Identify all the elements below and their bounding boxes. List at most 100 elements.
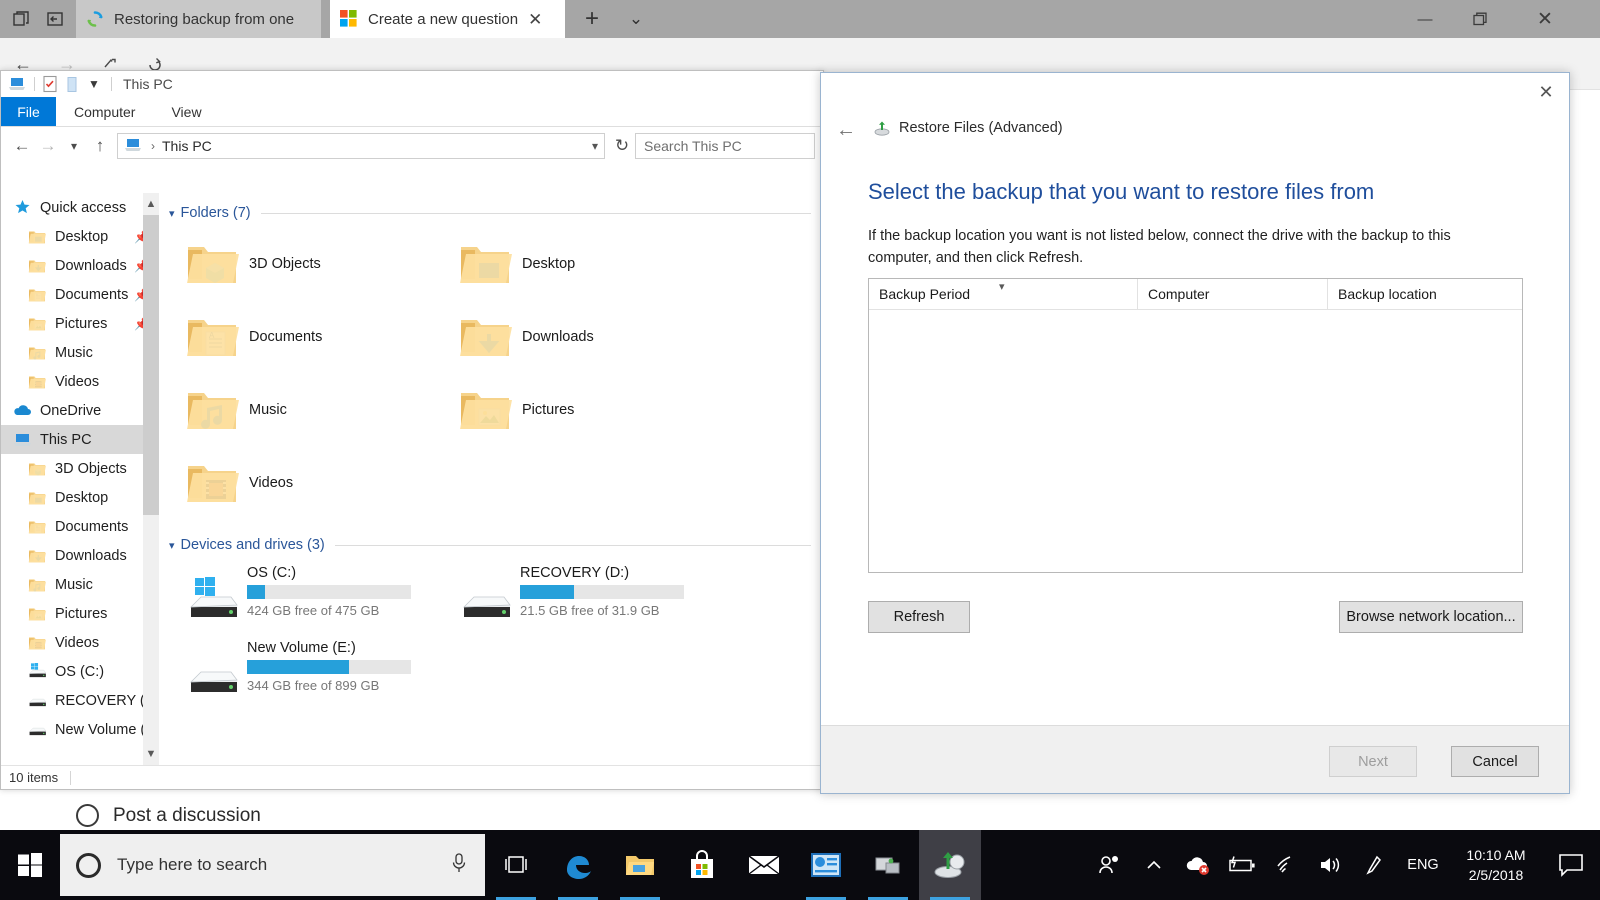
chevron-up-icon[interactable] bbox=[1132, 830, 1176, 900]
backup-settings-icon[interactable] bbox=[857, 830, 919, 900]
dialog-close-icon[interactable]: ✕ bbox=[1531, 79, 1561, 105]
ribbon-tab-file[interactable]: File bbox=[1, 97, 56, 126]
nav-up-icon[interactable]: ↑ bbox=[87, 133, 113, 159]
cancel-button[interactable]: Cancel bbox=[1451, 746, 1539, 777]
sidebar-item-desktop[interactable]: Desktop📌 bbox=[1, 222, 159, 251]
explorer-refresh-icon[interactable]: ↻ bbox=[609, 133, 635, 159]
people-icon[interactable] bbox=[1088, 830, 1132, 900]
recent-locations-chevron-down-icon[interactable]: ▾ bbox=[61, 133, 87, 159]
folder-tile[interactable]: 3D Objects bbox=[169, 227, 442, 300]
sidebar-item-recovery-d[interactable]: RECOVERY (D:) bbox=[1, 686, 159, 715]
set-tabs-aside-icon[interactable] bbox=[38, 6, 72, 32]
tab-close-icon[interactable]: ✕ bbox=[528, 11, 542, 28]
language-indicator[interactable]: ENG bbox=[1396, 830, 1450, 900]
tab-preview-icon[interactable] bbox=[4, 6, 38, 32]
sidebar-item-onedrive[interactable]: OneDrive bbox=[1, 396, 159, 425]
folder-tile[interactable]: Videos bbox=[169, 446, 442, 519]
column-header-computer[interactable]: Computer bbox=[1137, 279, 1327, 309]
folder-tile[interactable]: Music bbox=[169, 373, 442, 446]
collapse-chevron-down-icon[interactable]: ▾ bbox=[169, 207, 175, 220]
browse-network-location-button[interactable]: Browse network location... bbox=[1339, 601, 1523, 633]
column-header-backup-period[interactable]: Backup Period ▾ bbox=[869, 279, 1137, 309]
folder-downloads-icon bbox=[26, 547, 48, 565]
windows-ink-icon[interactable] bbox=[1352, 830, 1396, 900]
wifi-icon[interactable] bbox=[1264, 830, 1308, 900]
taskbar-search-box[interactable]: Type here to search bbox=[60, 834, 485, 896]
post-discussion-option[interactable]: Post a discussion bbox=[76, 804, 261, 827]
window-close-button[interactable]: ✕ bbox=[1520, 0, 1570, 38]
customize-qat-chevron-down-icon[interactable]: ▼ bbox=[84, 74, 104, 94]
microsoft-store-icon[interactable] bbox=[671, 830, 733, 900]
folder-tile[interactable]: Desktop bbox=[442, 227, 715, 300]
sidebar-item-documents[interactable]: ADocuments📌 bbox=[1, 280, 159, 309]
backup-list-table[interactable]: Backup Period ▾ Computer Backup location bbox=[868, 278, 1523, 573]
new-tab-button[interactable]: + bbox=[574, 4, 610, 34]
clock[interactable]: 10:10 AM 2/5/2018 bbox=[1450, 830, 1542, 900]
sidebar-item-new-volume-e[interactable]: New Volume (E:) bbox=[1, 715, 159, 744]
folder-tile[interactable]: Pictures bbox=[442, 373, 715, 446]
restore-files-icon[interactable] bbox=[919, 830, 981, 900]
action-center-icon[interactable] bbox=[1542, 830, 1600, 900]
microphone-icon[interactable] bbox=[449, 852, 469, 879]
breadcrumb-chevron-down-icon[interactable]: ▾ bbox=[592, 139, 598, 153]
sidebar-item-videos[interactable]: Videos bbox=[1, 628, 159, 657]
window-minimize-button[interactable]: — bbox=[1400, 0, 1450, 38]
ribbon-tab-view[interactable]: View bbox=[153, 97, 219, 126]
mail-icon[interactable] bbox=[733, 830, 795, 900]
sidebar-item-music[interactable]: Music bbox=[1, 570, 159, 599]
scroll-up-icon[interactable]: ▲ bbox=[143, 193, 159, 215]
breadcrumb[interactable]: › This PC ▾ bbox=[117, 133, 605, 159]
group-header-folders[interactable]: ▾ Folders (7) bbox=[169, 193, 823, 221]
drive-os-icon bbox=[26, 663, 48, 681]
scroll-down-icon[interactable]: ▼ bbox=[143, 743, 159, 765]
ribbon-tab-computer[interactable]: Computer bbox=[56, 97, 153, 126]
scrollbar-thumb[interactable] bbox=[143, 215, 159, 515]
refresh-button[interactable]: Refresh bbox=[868, 601, 970, 633]
sidebar-item-this-pc[interactable]: This PC bbox=[1, 425, 159, 454]
new-folder-icon[interactable] bbox=[62, 74, 82, 94]
start-button[interactable] bbox=[0, 830, 60, 900]
column-header-backup-location[interactable]: Backup location bbox=[1327, 279, 1522, 309]
group-header-drives[interactable]: ▾ Devices and drives (3) bbox=[169, 519, 823, 553]
folder-music-icon bbox=[26, 576, 48, 594]
nav-forward-icon[interactable]: → bbox=[35, 133, 61, 159]
properties-icon[interactable] bbox=[40, 74, 60, 94]
nav-back-icon[interactable]: ← bbox=[9, 133, 35, 159]
sidebar-item-downloads[interactable]: Downloads📌 bbox=[1, 251, 159, 280]
next-button[interactable]: Next bbox=[1329, 746, 1417, 777]
battery-charging-icon[interactable] bbox=[1220, 830, 1264, 900]
folder-tile-label: Desktop bbox=[522, 256, 575, 272]
onedrive-error-icon[interactable] bbox=[1176, 830, 1220, 900]
drive-tile[interactable]: New Volume (E:)344 GB free of 899 GB bbox=[169, 634, 442, 709]
search-input[interactable]: Search This PC bbox=[635, 133, 815, 159]
sidebar-item-pictures[interactable]: Pictures📌 bbox=[1, 309, 159, 338]
microsoft-edge-icon[interactable] bbox=[547, 830, 609, 900]
sidebar-item-music[interactable]: Music bbox=[1, 338, 159, 367]
drive-tile[interactable]: RECOVERY (D:)21.5 GB free of 31.9 GB bbox=[442, 559, 715, 634]
drive-usage-fill bbox=[247, 585, 265, 599]
sidebar-item-videos[interactable]: Videos bbox=[1, 367, 159, 396]
window-maximize-button[interactable] bbox=[1455, 0, 1505, 38]
sidebar-scrollbar[interactable]: ▲ ▼ bbox=[143, 193, 159, 765]
control-panel-icon[interactable] bbox=[795, 830, 857, 900]
sidebar-item-desktop[interactable]: Desktop bbox=[1, 483, 159, 512]
sidebar-item-pictures[interactable]: Pictures bbox=[1, 599, 159, 628]
sort-chevron-down-icon[interactable]: ▾ bbox=[999, 280, 1005, 293]
tab-menu-chevron-down-icon[interactable]: ⌄ bbox=[618, 4, 654, 34]
task-view-icon[interactable] bbox=[485, 830, 547, 900]
file-explorer-icon[interactable] bbox=[609, 830, 671, 900]
sidebar-item-documents[interactable]: ADocuments bbox=[1, 512, 159, 541]
sidebar-item-3d-objects[interactable]: 3D Objects bbox=[1, 454, 159, 483]
sidebar-item-os-c[interactable]: OS (C:) bbox=[1, 657, 159, 686]
drive-tile[interactable]: OS (C:)424 GB free of 475 GB bbox=[169, 559, 442, 634]
sidebar-item-quick-access[interactable]: Quick access bbox=[1, 193, 159, 222]
collapse-chevron-down-icon-2[interactable]: ▾ bbox=[169, 539, 175, 552]
drive-free-text: 344 GB free of 899 GB bbox=[247, 678, 411, 693]
speaker-icon[interactable] bbox=[1308, 830, 1352, 900]
dialog-back-icon[interactable]: ← bbox=[831, 117, 861, 143]
browser-tab-0[interactable]: Restoring backup from one bbox=[76, 0, 321, 38]
folder-tile[interactable]: ADocuments bbox=[169, 300, 442, 373]
folder-tile[interactable]: Downloads bbox=[442, 300, 715, 373]
browser-tab-1[interactable]: Create a new question ✕ bbox=[330, 0, 565, 38]
sidebar-item-downloads[interactable]: Downloads bbox=[1, 541, 159, 570]
